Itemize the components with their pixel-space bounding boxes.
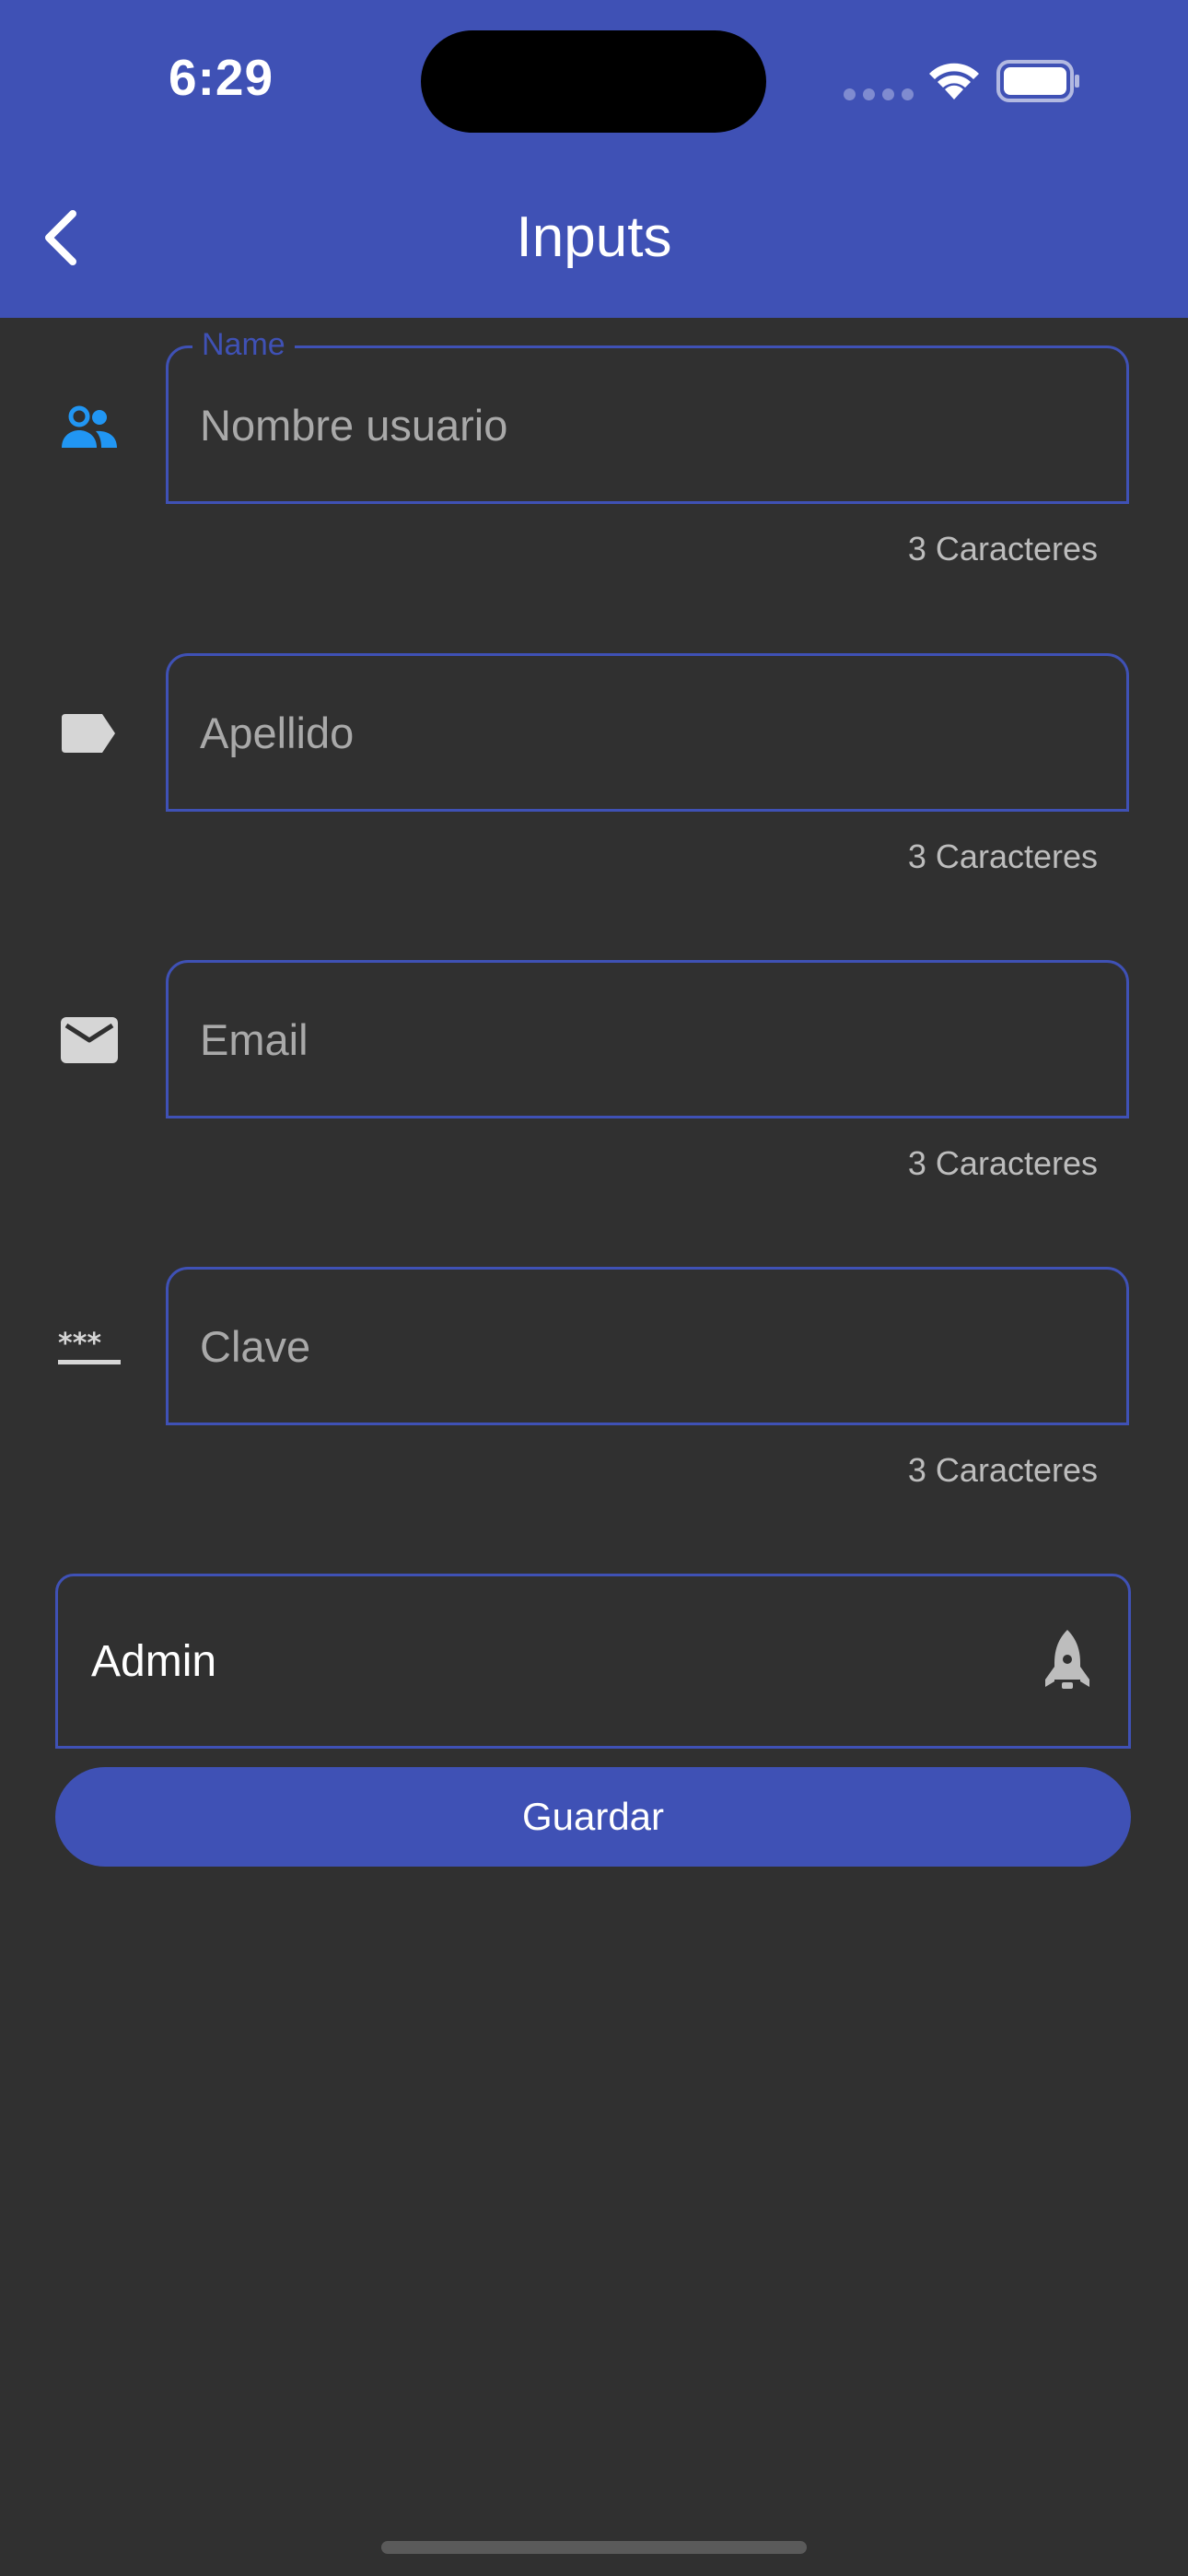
label-tag-icon bbox=[57, 701, 122, 766]
battery-icon bbox=[996, 60, 1079, 102]
dynamic-island bbox=[421, 30, 766, 133]
status-icons bbox=[838, 55, 1087, 111]
email-input-box[interactable] bbox=[166, 960, 1129, 1118]
apellido-field-row: 3 Caracteres bbox=[0, 653, 1188, 902]
role-dropdown-value: Admin bbox=[91, 1636, 217, 1686]
email-input[interactable] bbox=[200, 963, 1084, 1116]
apellido-helper-text: 3 Caracteres bbox=[907, 837, 1098, 875]
clave-field-row: *** 3 Caracteres bbox=[0, 1267, 1188, 1516]
rocket-icon bbox=[1045, 1630, 1089, 1689]
people-icon bbox=[57, 395, 122, 460]
role-dropdown[interactable]: Admin bbox=[55, 1574, 1131, 1749]
clave-input-box[interactable] bbox=[166, 1267, 1129, 1425]
name-field-row: Name 3 Caracteres bbox=[0, 326, 1188, 594]
home-indicator[interactable] bbox=[381, 2541, 807, 2554]
email-helper-text: 3 Caracteres bbox=[907, 1144, 1098, 1182]
cellular-signal-icon bbox=[844, 88, 914, 100]
apellido-input[interactable] bbox=[200, 656, 1084, 809]
wifi-icon bbox=[929, 63, 979, 100]
email-icon bbox=[57, 1008, 122, 1072]
email-field-row: 3 Caracteres bbox=[0, 960, 1188, 1209]
apellido-input-box[interactable] bbox=[166, 653, 1129, 812]
name-input[interactable] bbox=[200, 348, 1084, 501]
clave-input[interactable] bbox=[200, 1270, 1084, 1423]
name-helper-text: 3 Caracteres bbox=[907, 530, 1098, 568]
svg-text:***: *** bbox=[58, 1329, 101, 1360]
clave-helper-text: 3 Caracteres bbox=[907, 1451, 1098, 1489]
page-title: Inputs bbox=[516, 205, 672, 269]
app-bar: 6:29 Inputs bbox=[0, 0, 1188, 318]
status-time: 6:29 bbox=[169, 49, 274, 106]
name-input-box[interactable]: Name bbox=[166, 326, 1129, 504]
save-button[interactable]: Guardar bbox=[55, 1767, 1131, 1867]
password-icon: *** bbox=[57, 1315, 122, 1379]
